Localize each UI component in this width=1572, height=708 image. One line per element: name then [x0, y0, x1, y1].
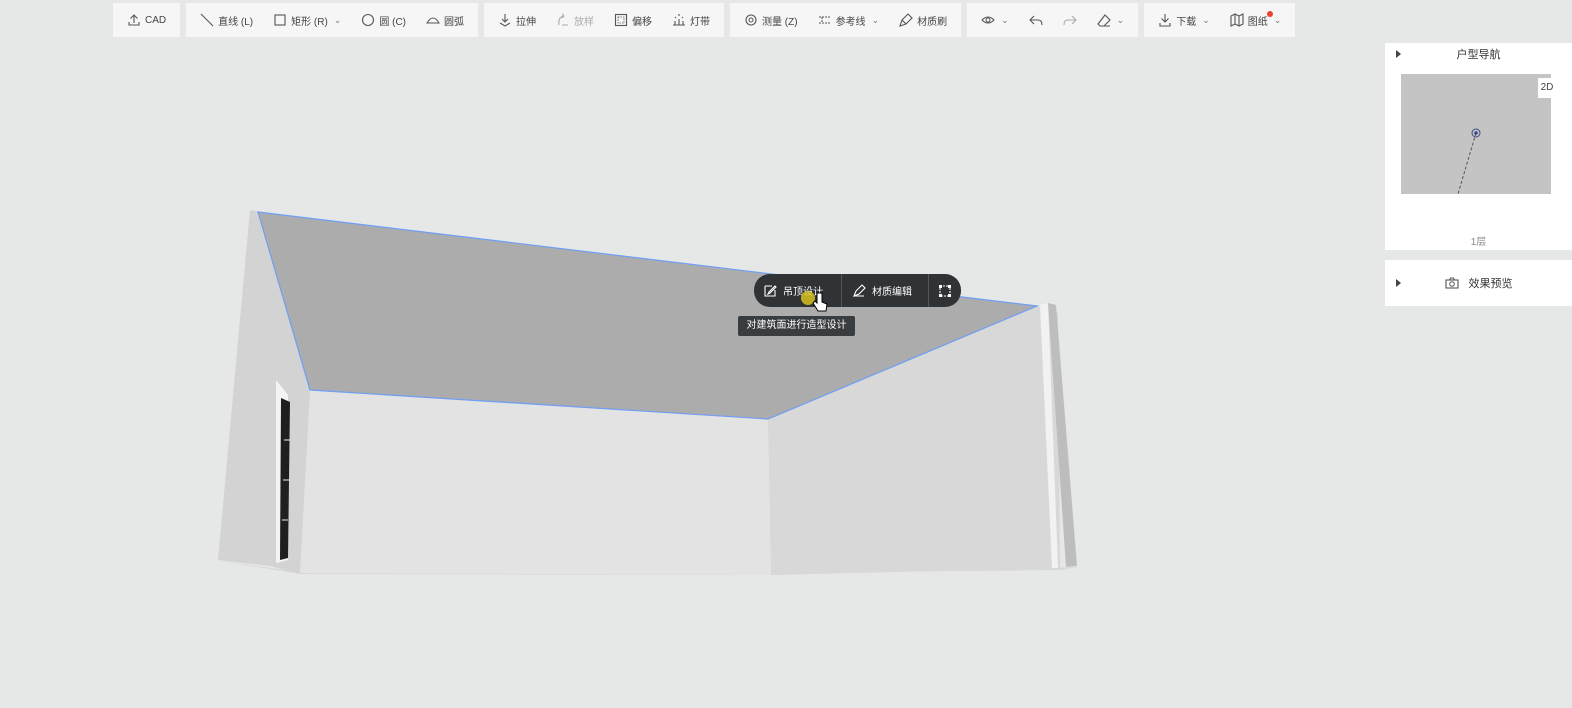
toolbar-group-import: CAD — [113, 3, 181, 37]
rect-label: 矩形 (R) — [291, 16, 328, 28]
material-brush-label: 材质刷 — [917, 16, 948, 28]
download-label: 下载 — [1176, 16, 1197, 28]
edit-icon — [764, 284, 777, 297]
effect-preview-header: 效果预览 — [1385, 260, 1572, 306]
cad-import-button[interactable]: CAD — [117, 3, 176, 37]
circle-tool-button[interactable]: 圆 (C) — [351, 3, 416, 37]
undo-icon — [1028, 15, 1043, 26]
line-tool-button[interactable]: 直线 (L) — [190, 3, 263, 37]
minimap-camera — [1457, 128, 1481, 195]
upload-icon — [128, 14, 140, 26]
brush-icon — [899, 13, 913, 27]
guideline-label: 参考线 — [835, 16, 866, 28]
chevron-down-icon[interactable]: ⌄ — [1274, 15, 1282, 26]
back-wall[interactable] — [300, 390, 771, 575]
minimap[interactable] — [1401, 74, 1551, 195]
redo-icon — [1063, 15, 1077, 26]
arc-icon — [426, 17, 440, 24]
download-button[interactable]: 下载 ⌄ — [1148, 3, 1220, 37]
toolbar-group-draw: 直线 (L) 矩形 (R) ⌄ 圆 (C) 圆弧 — [186, 3, 479, 37]
guideline-tool-button[interactable]: 参考线 ⌄ — [808, 3, 890, 37]
main-toolbar: CAD 直线 (L) 矩形 (R) ⌄ 圆 (C) 圆弧 拉伸 放样 偏移 灯带… — [113, 3, 1296, 37]
floorplan-nav-panel: 户型导航 2D 1层 — [1385, 43, 1572, 250]
drawings-label: 图纸 — [1247, 16, 1268, 28]
chevron-down-icon[interactable]: ⌄ — [1117, 15, 1125, 26]
lightstrip-tool-button[interactable]: 灯带 — [662, 3, 720, 37]
arc-tool-button[interactable]: 圆弧 — [416, 3, 474, 37]
circle-label: 圆 (C) — [379, 16, 407, 28]
chevron-down-icon[interactable]: ⌄ — [1202, 15, 1210, 26]
surface-context-menu: 吊顶设计 材质编辑 — [754, 274, 961, 307]
camera-icon — [1444, 277, 1459, 289]
toolbar-group-model: 拉伸 放样 偏移 灯带 — [484, 3, 725, 37]
floorplan-nav-title: 户型导航 — [1456, 49, 1501, 61]
line-icon — [200, 13, 214, 27]
measure-icon — [745, 14, 757, 26]
effect-preview-panel[interactable]: 效果预览 — [1385, 260, 1572, 306]
loft-icon — [558, 13, 569, 26]
toolbar-group-output: 下载 ⌄ 图纸 ⌄ — [1144, 3, 1296, 37]
minimap-2d-toggle[interactable]: 2D — [1538, 78, 1556, 98]
offset-icon — [614, 13, 628, 27]
measure-tool-button[interactable]: 测量 (Z) — [734, 3, 808, 37]
redo-button[interactable] — [1053, 3, 1087, 37]
material-edit-icon — [853, 283, 866, 297]
material-brush-button[interactable]: 材质刷 — [889, 3, 957, 37]
extrude-label: 拉伸 — [516, 16, 537, 28]
loft-tool-button[interactable]: 放样 — [546, 3, 604, 37]
download-icon — [1159, 14, 1171, 27]
rectangle-icon — [274, 14, 286, 26]
chevron-down-icon[interactable]: ⌄ — [872, 15, 880, 26]
transform-button[interactable] — [929, 274, 952, 307]
effect-preview-title: 效果预览 — [1468, 278, 1513, 290]
hand-cursor-icon — [812, 292, 828, 312]
toolbar-group-view: ⌄ ⌄ — [967, 3, 1139, 37]
extrude-icon — [499, 14, 511, 27]
toolbar-group-tools: 测量 (Z) 参考线 ⌄ 材质刷 — [730, 3, 962, 37]
circle-icon — [362, 13, 375, 27]
eraser-icon — [1096, 14, 1111, 27]
lightstrip-icon — [673, 14, 686, 26]
floor-label[interactable]: 1层 — [1385, 233, 1572, 248]
eye-icon — [981, 16, 995, 24]
lightstrip-label: 灯带 — [690, 16, 711, 28]
collapse-icon[interactable] — [1393, 278, 1403, 288]
offset-tool-button[interactable]: 偏移 — [604, 3, 662, 37]
eraser-button[interactable]: ⌄ — [1087, 3, 1135, 37]
notification-dot — [1267, 11, 1274, 17]
transform-icon — [939, 284, 951, 297]
extrude-tool-button[interactable]: 拉伸 — [488, 3, 546, 37]
guideline-icon — [818, 16, 831, 24]
collapse-icon[interactable] — [1393, 49, 1403, 59]
material-edit-button[interactable]: 材质编辑 — [842, 274, 928, 307]
tooltip: 对建筑面进行造型设计 — [738, 316, 855, 336]
material-edit-label: 材质编辑 — [872, 287, 912, 298]
offset-label: 偏移 — [632, 16, 653, 28]
cad-label: CAD — [145, 14, 167, 26]
measure-label: 测量 (Z) — [762, 16, 798, 28]
arc-label: 圆弧 — [444, 16, 465, 28]
drawings-button[interactable]: 图纸 ⌄ — [1220, 3, 1292, 37]
loft-label: 放样 — [574, 16, 595, 28]
line-label: 直线 (L) — [218, 16, 254, 28]
rect-tool-button[interactable]: 矩形 (R) ⌄ — [263, 3, 351, 37]
chevron-down-icon[interactable]: ⌄ — [334, 15, 342, 26]
map-icon — [1230, 13, 1244, 27]
floorplan-nav-header: 户型导航 — [1385, 43, 1572, 65]
viewport-3d[interactable] — [0, 0, 1572, 708]
undo-button[interactable] — [1019, 3, 1053, 37]
visibility-button[interactable]: ⌄ — [971, 3, 1019, 37]
chevron-down-icon[interactable]: ⌄ — [1001, 15, 1009, 26]
